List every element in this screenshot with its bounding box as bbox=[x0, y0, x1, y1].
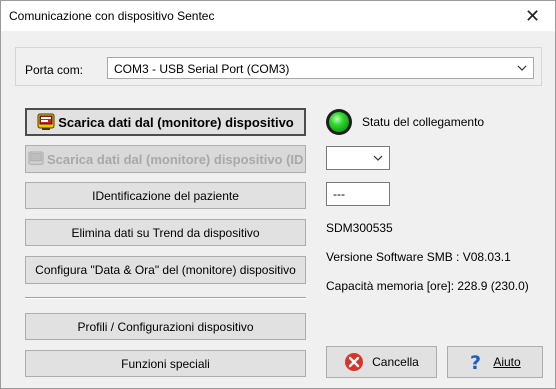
port-label: Porta com: bbox=[25, 63, 84, 77]
cancel-icon bbox=[344, 352, 364, 372]
separator bbox=[25, 297, 306, 299]
window-title: Comunicazione con dispositivo Sentec bbox=[9, 9, 215, 23]
id-select[interactable] bbox=[326, 146, 390, 170]
port-select[interactable]: COM3 - USB Serial Port (COM3) bbox=[107, 57, 534, 79]
special-functions-label: Funzioni speciali bbox=[121, 356, 210, 371]
chevron-down-icon bbox=[515, 58, 529, 78]
chevron-down-icon bbox=[371, 147, 385, 169]
device-serial: SDM300535 bbox=[326, 221, 393, 235]
port-select-value: COM3 - USB Serial Port (COM3) bbox=[114, 62, 290, 76]
help-button[interactable]: ? Aiuto bbox=[447, 346, 543, 378]
special-functions-button[interactable]: Funzioni speciali bbox=[25, 350, 306, 377]
monitor-download-disabled-icon bbox=[28, 151, 44, 167]
connection-status-led bbox=[326, 109, 352, 135]
software-version: Versione Software SMB : V08.03.1 bbox=[326, 250, 511, 264]
svg-text:?: ? bbox=[470, 352, 481, 372]
help-icon: ? bbox=[469, 352, 483, 372]
download-data-id-label: Scarica dati dal (monitore) dispositivo … bbox=[47, 151, 304, 167]
download-data-id-button: Scarica dati dal (monitore) dispositivo … bbox=[25, 145, 306, 173]
connection-status-label: Statu del collegamento bbox=[362, 115, 485, 129]
profiles-button[interactable]: Profili / Configurazioni dispositivo bbox=[25, 313, 306, 340]
patient-id-field: --- bbox=[326, 182, 390, 206]
help-label: Aiuto bbox=[493, 355, 521, 369]
patient-id-label: IDentificazione del paziente bbox=[92, 188, 239, 203]
download-data-button[interactable]: Scarica dati dal (monitore) dispositivo bbox=[25, 108, 306, 136]
patient-id-button[interactable]: IDentificazione del paziente bbox=[25, 182, 306, 209]
profiles-label: Profili / Configurazioni dispositivo bbox=[77, 319, 254, 334]
delete-trend-button[interactable]: Elimina dati su Trend da dispositivo bbox=[25, 219, 306, 246]
download-data-label: Scarica dati dal (monitore) dispositivo bbox=[58, 114, 294, 130]
title-bar: Comunicazione con dispositivo Sentec ✕ bbox=[1, 1, 555, 31]
close-icon[interactable]: ✕ bbox=[510, 1, 555, 31]
monitor-download-icon bbox=[37, 113, 55, 131]
cancel-button[interactable]: Cancella bbox=[326, 346, 437, 378]
configure-datetime-label: Configura "Data & Ora" del (monitore) di… bbox=[35, 263, 296, 277]
delete-trend-label: Elimina dati su Trend da dispositivo bbox=[71, 225, 260, 240]
patient-id-value: --- bbox=[333, 187, 345, 201]
cancel-label: Cancella bbox=[372, 355, 419, 369]
configure-datetime-button[interactable]: Configura "Data & Ora" del (monitore) di… bbox=[25, 256, 306, 284]
dialog-window: Comunicazione con dispositivo Sentec ✕ P… bbox=[0, 0, 556, 389]
memory-capacity: Capacità memoria [ore]: 228.9 (230.0) bbox=[326, 279, 529, 293]
